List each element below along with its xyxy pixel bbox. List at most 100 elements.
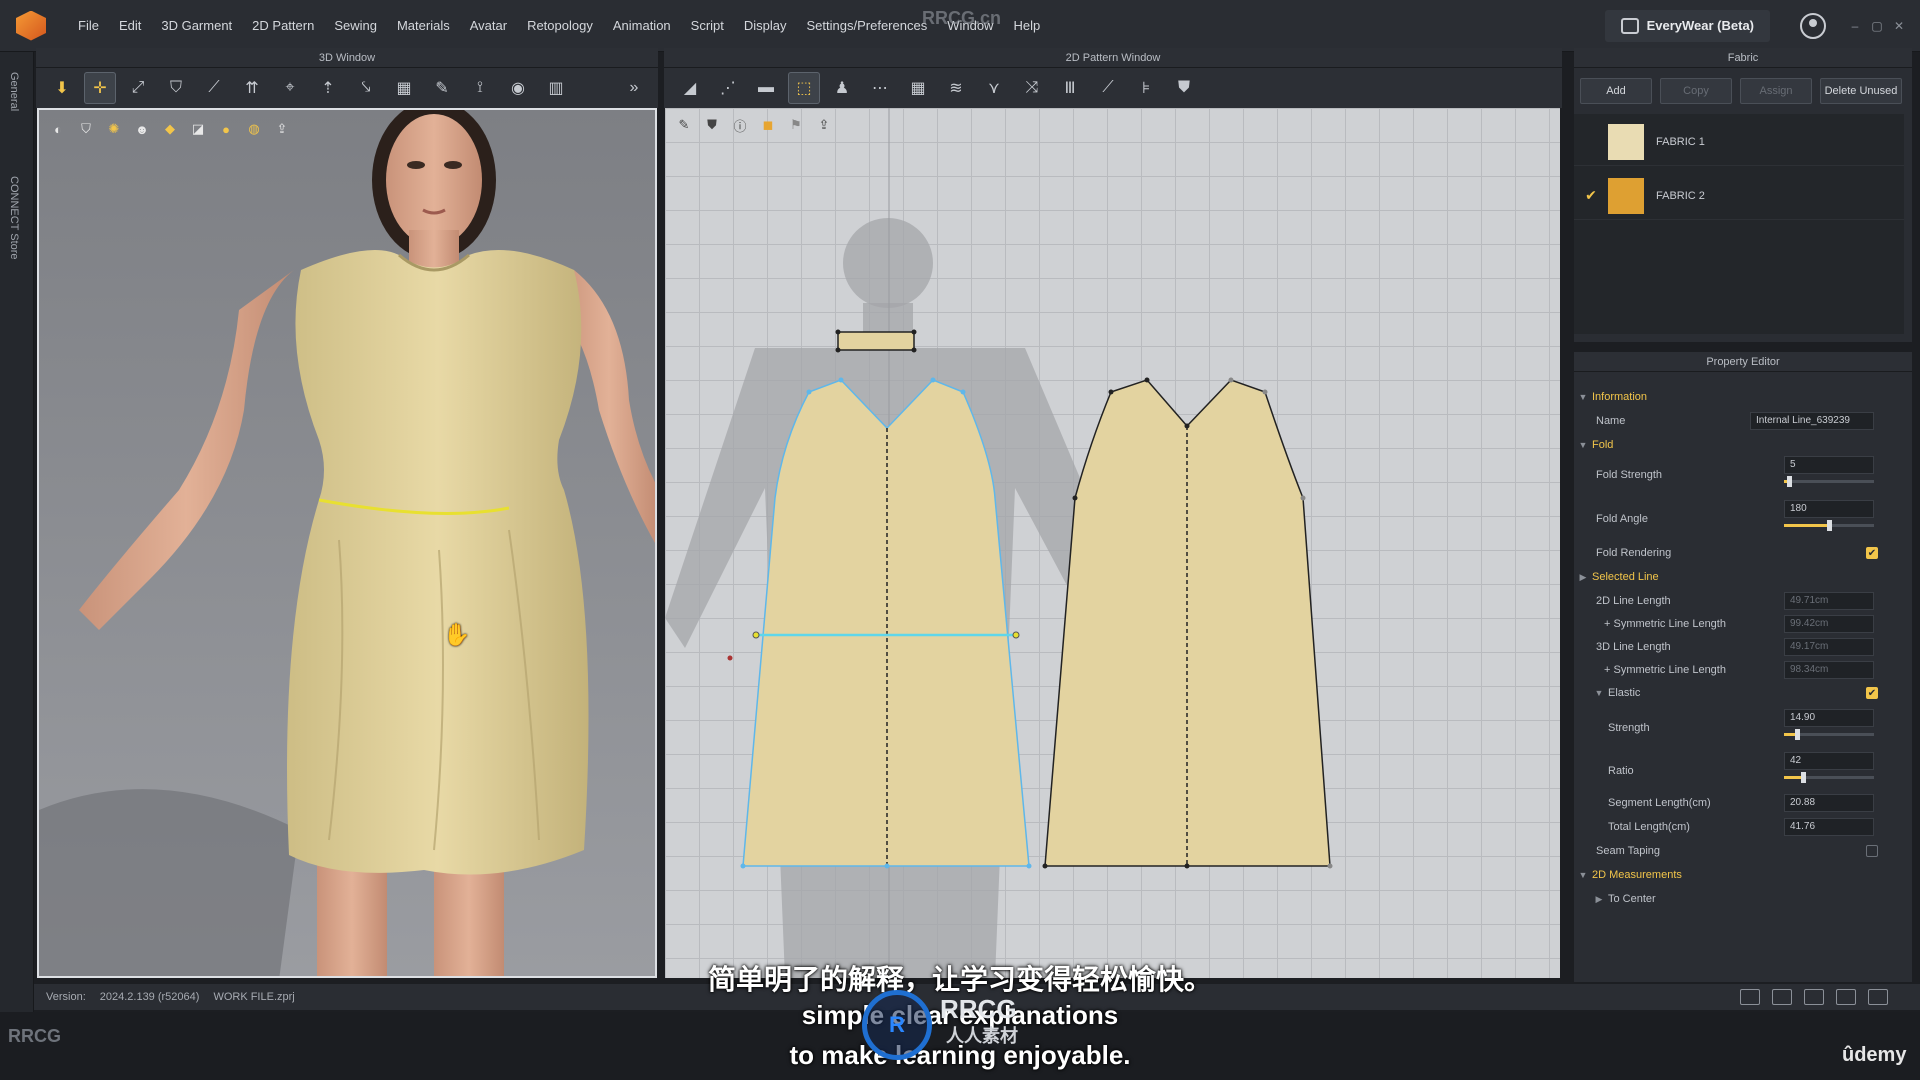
tack-icon[interactable]: ⇡ — [312, 72, 344, 104]
internal-line-icon[interactable]: ⋯ — [864, 72, 896, 104]
button-tool-icon[interactable]: ◉ — [502, 72, 534, 104]
seam-taping-checkbox[interactable] — [1866, 845, 1878, 857]
menu-settings[interactable]: Settings/Preferences — [797, 0, 938, 52]
upload-icon[interactable]: ⇪ — [813, 114, 835, 136]
shirt-icon[interactable]: ⛊ — [1168, 72, 1200, 104]
stress-map-icon[interactable]: ✺ — [103, 118, 125, 140]
menu-materials[interactable]: Materials — [387, 0, 460, 52]
flag-icon[interactable]: ⚑ — [785, 114, 807, 136]
info-section[interactable]: ▼ Information — [1574, 386, 1912, 408]
garment-view-icon[interactable]: ⛉ — [75, 118, 97, 140]
garment-icon[interactable]: ⛉ — [160, 72, 192, 104]
maximize-icon[interactable]: ▢ — [1866, 19, 1888, 33]
fold-angle-field[interactable]: 180 — [1784, 500, 1874, 518]
shirt-thin-icon[interactable]: ⛊ — [701, 114, 723, 136]
viewport-3d[interactable]: ◐ ⛉ ✺ ☻ ◆ ◪ ● ◍ ⇪ ✋ — [37, 108, 657, 978]
color-icon[interactable]: ◼ — [757, 114, 779, 136]
ratio-slider[interactable] — [1784, 772, 1874, 783]
avatar-view-icon[interactable]: ☻ — [131, 118, 153, 140]
fabric-copy-button[interactable]: Copy — [1660, 78, 1732, 104]
menu-script[interactable]: Script — [681, 0, 734, 52]
fold-section[interactable]: ▼ Fold — [1574, 434, 1912, 456]
pen-icon[interactable]: ✎ — [673, 114, 695, 136]
total-field[interactable]: 41.76 — [1784, 818, 1874, 836]
fabric-add-button[interactable]: Add — [1580, 78, 1652, 104]
measurements-section[interactable]: ▼ 2D Measurements — [1574, 864, 1912, 886]
fabric-item-2[interactable]: ✔ FABRIC 2 — [1574, 172, 1904, 220]
notch-icon[interactable]: ⟋ — [1092, 72, 1124, 104]
fabric-delete-unused-button[interactable]: Delete Unused — [1820, 78, 1902, 104]
fold-strength-field[interactable]: 5 — [1784, 456, 1874, 474]
export-icon[interactable]: ⇪ — [271, 118, 293, 140]
trace-icon[interactable]: ≋ — [940, 72, 972, 104]
everywear-button[interactable]: EveryWear (Beta) — [1604, 9, 1770, 42]
check-icon: ✔ — [1585, 187, 1597, 203]
fold-strength-slider[interactable] — [1784, 476, 1874, 487]
select-mesh-icon[interactable]: ⤢ — [122, 72, 154, 104]
rail-connect-tab[interactable]: CONNECT Store — [8, 176, 20, 260]
globe-icon[interactable]: ◍ — [243, 118, 265, 140]
zipper-icon[interactable]: ▥ — [540, 72, 572, 104]
elastic-row[interactable]: ▼ Elastic ✔ — [1574, 682, 1912, 704]
arrow-down-icon[interactable]: ⬇ — [46, 72, 78, 104]
menu-avatar[interactable]: Avatar — [460, 0, 517, 52]
pleat-icon[interactable]: Ⅲ — [1054, 72, 1086, 104]
fabric-title: Fabric — [1727, 52, 1759, 64]
user-avatar-icon[interactable] — [1800, 12, 1826, 39]
menu-help[interactable]: Help — [1003, 0, 1050, 52]
grid-2d-icon[interactable]: ▦ — [902, 72, 934, 104]
viewport-2d[interactable]: ✎ ⛊ ⓘ ◼ ⚑ ⇪ — [665, 108, 1560, 978]
menu-2d-pattern[interactable]: 2D Pattern — [242, 0, 324, 52]
menu-animation[interactable]: Animation — [603, 0, 681, 52]
segment-field[interactable]: 20.88 — [1784, 794, 1874, 812]
menu-retopology[interactable]: Retopology — [517, 0, 603, 52]
edit-point-icon[interactable]: ⋰ — [712, 72, 744, 104]
rail-general-tab[interactable]: General — [8, 72, 20, 111]
fabric-header: Fabric — [1574, 48, 1912, 68]
pattern-view-icon[interactable]: ◪ — [187, 118, 209, 140]
line-tool-icon[interactable]: ⟋ — [198, 72, 230, 104]
app-logo-icon[interactable] — [16, 10, 46, 41]
minimize-icon[interactable]: – — [1844, 19, 1866, 33]
grid-tool-icon[interactable]: ▦ — [388, 72, 420, 104]
rectangle-icon[interactable]: ▬ — [750, 72, 782, 104]
menu-edit[interactable]: Edit — [109, 0, 151, 52]
menu-3d-garment[interactable]: 3D Garment — [151, 0, 242, 52]
skin-view-icon[interactable]: ● — [215, 118, 237, 140]
measure-icon[interactable]: ⟟ — [464, 72, 496, 104]
watermark-center-cn: 人人素材 — [946, 1026, 1018, 1046]
info-icon[interactable]: ⓘ — [729, 114, 751, 136]
fold-icon[interactable]: ⇈ — [236, 72, 268, 104]
selected-line-section[interactable]: ▶ Selected Line — [1574, 566, 1912, 588]
strength-field[interactable]: 14.90 — [1784, 709, 1874, 727]
menu-file[interactable]: File — [68, 0, 109, 52]
texture-view-icon[interactable]: ◆ — [159, 118, 181, 140]
pattern-edit-icon[interactable]: ◢ — [674, 72, 706, 104]
style-line-icon[interactable]: ⤥ — [350, 72, 382, 104]
ruler-icon[interactable]: ⊧ — [1130, 72, 1162, 104]
expand-icon[interactable]: » — [618, 72, 650, 104]
fabric-view-icon[interactable]: ◐ — [47, 118, 69, 140]
move-tool-icon[interactable]: ✛ — [84, 72, 116, 104]
polygon-icon[interactable]: ⬚ — [788, 72, 820, 104]
fold-angle-slider[interactable] — [1784, 520, 1874, 531]
fold-rendering-checkbox[interactable]: ✔ — [1866, 547, 1878, 559]
close-icon[interactable]: ✕ — [1888, 19, 1910, 33]
fabric-assign-button[interactable]: Assign — [1740, 78, 1812, 104]
to-center-row[interactable]: ▶ To Center — [1574, 888, 1912, 910]
brush-icon[interactable]: ✎ — [426, 72, 458, 104]
ratio-field[interactable]: 42 — [1784, 752, 1874, 770]
name-field[interactable]: Internal Line_639239 — [1750, 412, 1874, 430]
segment-sew-icon[interactable]: ⤨ — [1016, 72, 1048, 104]
elastic-checkbox[interactable]: ✔ — [1866, 687, 1878, 699]
menu-display[interactable]: Display — [734, 0, 797, 52]
menu-sewing[interactable]: Sewing — [324, 0, 387, 52]
avatar-pose-icon[interactable]: ♟ — [826, 72, 858, 104]
dart-icon[interactable]: ⋎ — [978, 72, 1010, 104]
sym2-row: + Symmetric Line Length 98.34cm — [1574, 659, 1912, 681]
fabric-1-swatch — [1608, 123, 1644, 160]
fabric-item-1[interactable]: FABRIC 1 — [1574, 118, 1904, 166]
strength-slider[interactable] — [1784, 729, 1874, 740]
pin-icon[interactable]: ⌖ — [274, 72, 306, 104]
watermark-center: RRCG — [940, 994, 1017, 1024]
